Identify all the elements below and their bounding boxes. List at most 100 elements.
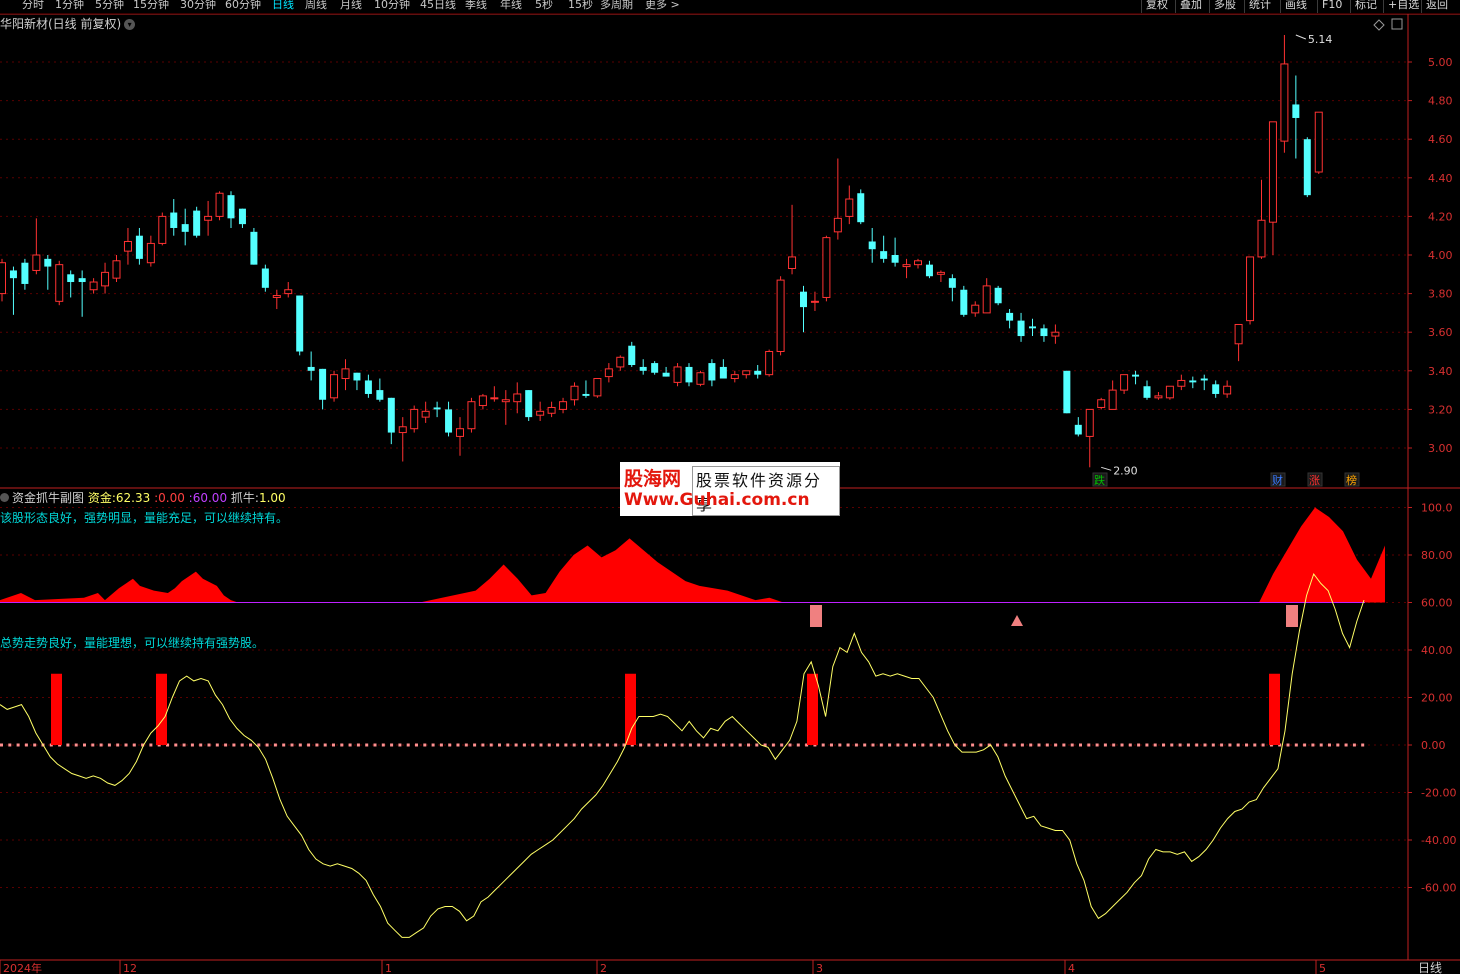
indicator-tick-label: 80.00 — [1421, 549, 1453, 562]
toolbar-button[interactable]: 标记 — [1355, 0, 1377, 11]
catch-signal-bar — [156, 673, 167, 745]
candle-body — [44, 258, 52, 267]
indicator-tick-label: -60.00 — [1421, 882, 1456, 895]
toolbar-button[interactable]: F10 — [1322, 0, 1342, 11]
candle-body — [410, 408, 419, 430]
indicator-tick-label: 0.00 — [1421, 739, 1446, 752]
signal-pink-block — [810, 605, 822, 627]
candle-body — [421, 410, 430, 418]
candle-body — [593, 378, 602, 397]
candle-body — [1212, 384, 1220, 394]
toolbar-button[interactable]: 画线 — [1285, 0, 1307, 11]
date-tick-label: 5 — [1319, 962, 1326, 974]
watermark-banner: 股海网 股票软件资源分享 Www.Guhai.com.cn — [620, 462, 840, 516]
toolbar-separator — [1317, 0, 1318, 13]
toolbar-button[interactable]: 多股 — [1214, 0, 1236, 11]
toolbar-separator — [1141, 0, 1142, 13]
event-mark-label: 跌 — [1094, 473, 1105, 487]
period-tab[interactable]: 15分钟 — [133, 0, 169, 11]
period-tab[interactable]: 5秒 — [535, 0, 553, 11]
candle-body — [89, 281, 98, 291]
candle-body — [628, 345, 636, 366]
candle-body — [204, 215, 213, 221]
candle-body — [1132, 374, 1140, 377]
high-mark-arrow — [1295, 34, 1307, 40]
toolbar-button[interactable]: 统计 — [1249, 0, 1271, 11]
price-tick-label: 4.60 — [1428, 133, 1453, 146]
toolbar-button[interactable]: 复权 — [1146, 0, 1168, 11]
candle-body — [1303, 139, 1311, 196]
candle-body — [582, 393, 590, 396]
period-tab[interactable]: 15秒 — [568, 0, 593, 11]
catch-signal-bar — [1269, 673, 1280, 745]
candle-body — [719, 366, 727, 379]
indicator-toggle-icon[interactable] — [0, 493, 9, 502]
period-tab[interactable]: 日线 — [272, 0, 294, 11]
toolbar-separator — [1280, 0, 1281, 13]
period-tab[interactable]: 45日线 — [420, 0, 456, 11]
candle-body — [135, 235, 143, 259]
period-tab[interactable]: 5分钟 — [95, 0, 124, 11]
period-tab[interactable]: 60分钟 — [225, 0, 261, 11]
candle-body — [868, 241, 876, 250]
indicator-tick-label: 100.0 — [1421, 502, 1453, 515]
candle-body — [238, 208, 246, 225]
watermark-url: Www.Guhai.com.cn — [624, 490, 810, 510]
indicator-name[interactable]: 资金抓牛副图 — [12, 491, 84, 505]
candle-body — [1006, 312, 1014, 321]
candle-body — [1189, 380, 1197, 383]
candle-body — [490, 397, 499, 400]
toolbar-button[interactable]: 叠加 — [1180, 0, 1202, 11]
chevron-down-icon[interactable]: ▾ — [124, 19, 136, 30]
candle-body — [1314, 111, 1323, 173]
event-mark-label: 榜 — [1346, 473, 1357, 487]
candle-body — [1085, 408, 1094, 437]
candle-body — [971, 304, 980, 314]
candle-body — [32, 254, 41, 271]
signal-pink-triangle — [1011, 615, 1023, 626]
candle-body — [1165, 385, 1174, 399]
candle-body — [880, 251, 888, 259]
candle-body — [398, 426, 407, 434]
candle-body — [604, 368, 613, 378]
period-tab[interactable]: 季线 — [465, 0, 487, 11]
period-tab[interactable]: 年线 — [500, 0, 522, 11]
candle-body — [272, 295, 281, 298]
period-tab[interactable]: 30分钟 — [180, 0, 216, 11]
candle-body — [776, 279, 785, 352]
candle-body — [902, 264, 911, 268]
price-tick-label: 3.00 — [1428, 442, 1453, 455]
period-tab[interactable]: 1分钟 — [55, 0, 84, 11]
indicator-tick-label: -20.00 — [1421, 787, 1456, 800]
candle-body — [1017, 320, 1025, 337]
candle-body — [181, 224, 189, 232]
note-morphology: 该股形态良好，强势明显，量能充足，可以继续持有。 — [0, 511, 289, 525]
candle-body — [1040, 328, 1048, 337]
candle-body — [146, 242, 155, 264]
candle-body — [845, 198, 854, 217]
period-tab[interactable]: 分时 — [22, 0, 44, 11]
candle-body — [9, 270, 17, 279]
fund-value: 62.33 — [115, 491, 151, 505]
period-label: 日线 — [1418, 961, 1442, 974]
period-tab[interactable]: 10分钟 — [374, 0, 410, 11]
candle-body — [616, 356, 625, 368]
period-tab[interactable]: 更多 > — [645, 0, 680, 11]
candle-body — [478, 395, 487, 407]
toolbar-button[interactable]: 返回 — [1426, 0, 1448, 11]
price-tick-label: 5.00 — [1428, 56, 1453, 69]
candle-body — [1246, 256, 1255, 322]
period-tab[interactable]: 周线 — [305, 0, 327, 11]
candle-body — [696, 372, 705, 385]
catch-signal-bar — [625, 673, 636, 745]
toolbar-separator — [1244, 0, 1245, 13]
candle-body — [570, 385, 579, 401]
zero-value: 0.00 — [158, 491, 185, 505]
period-tab[interactable]: 月线 — [340, 0, 362, 11]
date-tick-label: 2 — [600, 962, 607, 974]
candle-body — [261, 268, 269, 288]
toolbar-button[interactable]: +自选 — [1388, 0, 1419, 11]
candle-body — [833, 217, 842, 233]
candle-body — [433, 407, 441, 410]
period-tab[interactable]: 多周期 — [600, 0, 633, 11]
